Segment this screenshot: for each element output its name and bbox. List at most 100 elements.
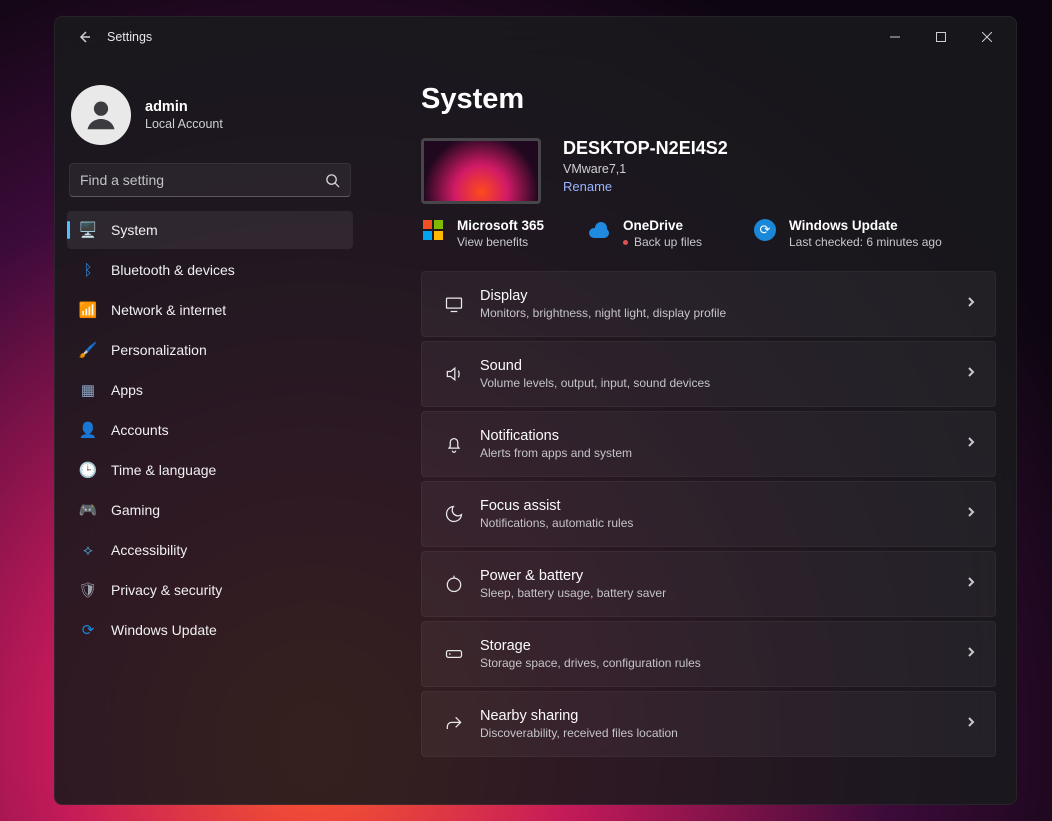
card-sub: Notifications, automatic rules xyxy=(480,516,965,530)
sidebar-item-apps[interactable]: ▦ Apps xyxy=(67,371,353,409)
attention-dot-icon xyxy=(623,240,628,245)
window-title: Settings xyxy=(107,30,152,44)
chevron-right-icon xyxy=(965,365,977,383)
sidebar-item-label: Time & language xyxy=(111,462,216,478)
chevron-right-icon xyxy=(965,295,977,313)
time-language-icon: 🕒 xyxy=(79,461,97,479)
card-title: Focus assist xyxy=(480,498,965,514)
storage-icon xyxy=(434,644,474,664)
tile-sub: Last checked: 6 minutes ago xyxy=(789,235,942,249)
back-button[interactable] xyxy=(69,22,99,52)
card-sub: Sleep, battery usage, battery saver xyxy=(480,586,965,600)
tile-title: OneDrive xyxy=(623,218,702,233)
minimize-button[interactable] xyxy=(872,21,918,53)
tile-ms365[interactable]: Microsoft 365 View benefits xyxy=(421,218,561,249)
apps-icon: ▦ xyxy=(79,381,97,399)
sidebar-item-windows-update[interactable]: ⟳ Windows Update xyxy=(67,611,353,649)
sidebar-item-label: System xyxy=(111,222,158,238)
tile-title: Windows Update xyxy=(789,218,942,233)
windows-update-icon: ⟳ xyxy=(79,621,97,639)
tile-sub: View benefits xyxy=(457,235,544,249)
profile-block[interactable]: admin Local Account xyxy=(67,77,353,163)
person-icon xyxy=(82,96,120,134)
sidebar: admin Local Account 🖥️ System ᛒ Bluetooth &… xyxy=(55,57,365,804)
rename-link[interactable]: Rename xyxy=(563,179,728,194)
system-icon: 🖥️ xyxy=(79,221,97,239)
chevron-right-icon xyxy=(965,575,977,593)
user-name: admin xyxy=(145,99,223,115)
sidebar-item-accounts[interactable]: 👤Accounts xyxy=(67,411,353,449)
personalization-icon: 🖌️ xyxy=(79,341,97,359)
titlebar: Settings xyxy=(55,17,1016,57)
card-power-battery[interactable]: Power & battery Sleep, battery usage, bat… xyxy=(421,551,996,617)
bluetooth-devices-icon: ᛒ xyxy=(79,261,97,279)
sidebar-item-system[interactable]: 🖥️ System xyxy=(67,211,353,249)
sidebar-item-label: Gaming xyxy=(111,502,160,518)
sidebar-item-network-internet[interactable]: 📶 Network & internet xyxy=(67,291,353,329)
tile-title: Microsoft 365 xyxy=(457,218,544,233)
card-title: Storage xyxy=(480,638,965,654)
card-sub: Alerts from apps and system xyxy=(480,446,965,460)
card-sound[interactable]: Sound Volume levels, output, input, sound… xyxy=(421,341,996,407)
maximize-icon xyxy=(936,32,946,42)
privacy-security-icon: 🛡 xyxy=(79,581,97,599)
main-content: System DESKTOP-N2EI4S2 VMware7,1 Rename … xyxy=(365,57,1016,804)
user-account-type: Local Account xyxy=(145,117,223,131)
search-icon xyxy=(325,173,340,188)
sidebar-item-privacy-security[interactable]: 🛡 Privacy & security xyxy=(67,571,353,609)
minimize-icon xyxy=(890,32,900,42)
gaming-icon: 🎮 xyxy=(79,501,97,519)
display-icon xyxy=(434,294,474,314)
sidebar-item-label: Apps xyxy=(111,382,143,398)
sidebar-item-label: Accessibility xyxy=(111,542,187,558)
power-battery-icon xyxy=(434,574,474,594)
sidebar-item-label: Personalization xyxy=(111,342,207,358)
card-nearby-sharing[interactable]: Nearby sharing Discoverability, received … xyxy=(421,691,996,757)
sidebar-item-label: Privacy & security xyxy=(111,582,222,598)
network-internet-icon: 📶 xyxy=(79,301,97,319)
sidebar-item-gaming[interactable]: 🎮 Gaming xyxy=(67,491,353,529)
tile-windows-update[interactable]: ⟳ Windows Update Last checked: 6 minutes… xyxy=(753,218,942,249)
card-focus-assist[interactable]: Focus assist Notifications, automatic rul… xyxy=(421,481,996,547)
card-title: Power & battery xyxy=(480,568,965,584)
page-title: System xyxy=(421,83,996,116)
search-box[interactable] xyxy=(69,163,351,197)
chevron-right-icon xyxy=(965,435,977,453)
device-name: DESKTOP-N2EI4S2 xyxy=(563,138,728,159)
card-sub: Monitors, brightness, night light, displ… xyxy=(480,306,965,320)
card-storage[interactable]: Storage Storage space, drives, configurat… xyxy=(421,621,996,687)
sidebar-item-label: Accounts xyxy=(111,422,169,438)
close-button[interactable] xyxy=(964,21,1010,53)
status-tiles: Microsoft 365 View benefits OneDrive Bac… xyxy=(421,218,996,249)
maximize-button[interactable] xyxy=(918,21,964,53)
card-display[interactable]: Display Monitors, brightness, night light… xyxy=(421,271,996,337)
update-icon: ⟳ xyxy=(753,218,777,242)
search-input[interactable] xyxy=(80,172,325,188)
settings-window: Settings admin Local Account xyxy=(54,16,1017,805)
sidebar-item-bluetooth-devices[interactable]: ᛒ Bluetooth & devices xyxy=(67,251,353,289)
nav-list: 🖥️ System ᛒ Bluetooth & devices 📶 Network & i… xyxy=(67,211,353,649)
tile-onedrive[interactable]: OneDrive Back up files xyxy=(587,218,727,249)
card-notifications[interactable]: NotificationsAlerts from apps and system xyxy=(421,411,996,477)
chevron-right-icon xyxy=(965,715,977,733)
sidebar-item-label: Windows Update xyxy=(111,622,217,638)
avatar xyxy=(71,85,131,145)
sidebar-item-time-language[interactable]: 🕒 Time & language xyxy=(67,451,353,489)
ms365-icon xyxy=(421,218,445,242)
card-sub: Discoverability, received files location xyxy=(480,726,965,740)
card-sub: Volume levels, output, input, sound devi… xyxy=(480,376,965,390)
device-block: DESKTOP-N2EI4S2 VMware7,1 Rename xyxy=(421,138,996,204)
sidebar-item-accessibility[interactable]: ⟡Accessibility xyxy=(67,531,353,569)
card-title: Sound xyxy=(480,358,965,374)
chevron-right-icon xyxy=(965,645,977,663)
sidebar-item-label: Bluetooth & devices xyxy=(111,262,235,278)
device-model: VMware7,1 xyxy=(563,162,728,176)
sidebar-item-label: Network & internet xyxy=(111,302,226,318)
card-title: Display xyxy=(480,288,965,304)
device-thumbnail[interactable] xyxy=(421,138,541,204)
card-title: Nearby sharing xyxy=(480,708,965,724)
sidebar-item-personalization[interactable]: 🖌️ Personalization xyxy=(67,331,353,369)
tile-sub: Back up files xyxy=(623,235,702,249)
close-icon xyxy=(982,32,992,42)
card-sub: Storage space, drives, configuration rul… xyxy=(480,656,965,670)
